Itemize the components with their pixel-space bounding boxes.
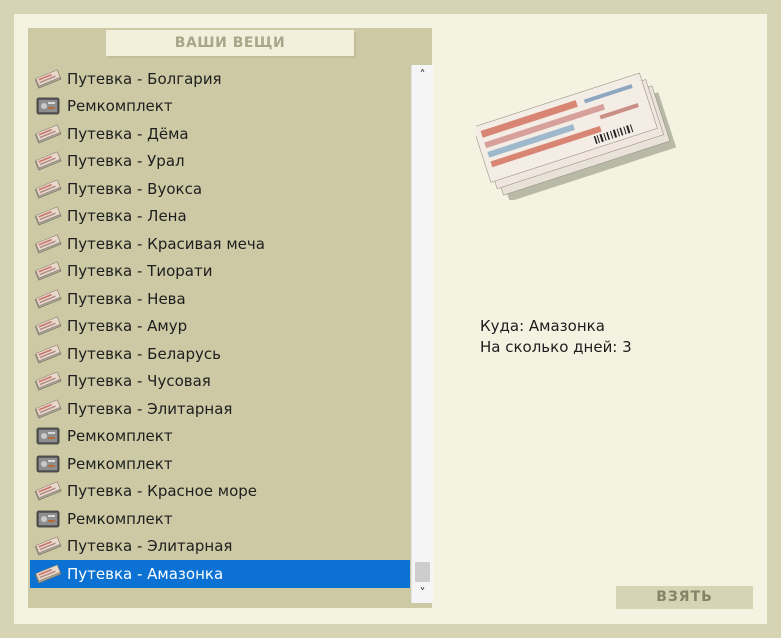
list-item-label: Ремкомплект xyxy=(67,97,173,116)
list-item-label: Путевка - Нева xyxy=(67,289,186,308)
ticket-icon xyxy=(34,233,62,255)
list-item[interactable]: Путевка - Беларусь xyxy=(30,340,410,368)
toolkit-icon xyxy=(34,425,62,447)
list-item[interactable]: Путевка - Вуокса xyxy=(30,175,410,203)
days-line: На сколько дней: 3 xyxy=(480,338,632,356)
ticket-icon xyxy=(34,288,62,310)
list-item[interactable]: Путевка - Амазонка xyxy=(30,560,410,588)
ticket-icon xyxy=(34,150,62,172)
destination-line: Куда: Амазонка xyxy=(480,317,605,335)
list-item[interactable]: Путевка - Болгария xyxy=(30,65,410,93)
list-item-label: Ремкомплект xyxy=(67,454,173,473)
list-item[interactable]: Путевка - Амур xyxy=(30,313,410,341)
scrollbar-thumb[interactable] xyxy=(415,562,430,582)
list-item[interactable]: Путевка - Урал xyxy=(30,148,410,176)
list-item-label: Путевка - Чусовая xyxy=(67,372,211,391)
list-item-label: Путевка - Болгария xyxy=(67,69,222,88)
inventory-list: Путевка - Болгария Ремкомплект Путевка - Д… xyxy=(30,65,410,605)
list-item[interactable]: Ремкомплект xyxy=(30,423,410,451)
list-item[interactable]: Ремкомплект xyxy=(30,93,410,121)
ticket-icon xyxy=(34,260,62,282)
list-item[interactable]: Путевка - Элитарная xyxy=(30,395,410,423)
take-button[interactable]: ВЗЯТЬ xyxy=(616,586,753,609)
list-item[interactable]: Путевка - Лена xyxy=(30,203,410,231)
list-item-label: Путевка - Элитарная xyxy=(67,399,233,418)
list-item-label: Путевка - Тиорати xyxy=(67,262,213,281)
ticket-icon xyxy=(34,370,62,392)
ticket-icon xyxy=(34,343,62,365)
list-scrollbar[interactable]: ˄ ˅ xyxy=(411,65,433,603)
scroll-up-arrow-icon[interactable]: ˄ xyxy=(412,65,433,85)
list-item-label: Путевка - Амазонка xyxy=(67,564,224,583)
toolkit-icon xyxy=(34,95,62,117)
ticket-icon xyxy=(34,398,62,420)
list-item[interactable]: Путевка - Дёма xyxy=(30,120,410,148)
ticket-icon xyxy=(34,205,62,227)
ticket-icon xyxy=(34,68,62,90)
list-item-label: Путевка - Урал xyxy=(67,152,185,171)
list-item[interactable]: Путевка - Тиорати xyxy=(30,258,410,286)
list-item-label: Путевка - Вуокса xyxy=(67,179,203,198)
list-item[interactable]: Путевка - Красивая меча xyxy=(30,230,410,258)
list-item-label: Ремкомплект xyxy=(67,509,173,528)
toolkit-icon xyxy=(34,508,62,530)
list-item[interactable]: Ремкомплект xyxy=(30,450,410,478)
list-item-label: Путевка - Красивая меча xyxy=(67,234,265,253)
ticket-icon xyxy=(34,535,62,557)
ticket-stack-image xyxy=(476,72,677,200)
list-item-label: Путевка - Беларусь xyxy=(67,344,221,363)
ticket-icon xyxy=(34,315,62,337)
ticket-icon xyxy=(34,480,62,502)
toolkit-icon xyxy=(34,453,62,475)
ticket-icon xyxy=(34,178,62,200)
item-details: Куда: Амазонка На сколько дней: 3 xyxy=(480,316,632,358)
inventory-panel-title: ВАШИ ВЕЩИ xyxy=(106,30,354,56)
list-item-label: Путевка - Элитарная xyxy=(67,537,233,556)
list-item-label: Путевка - Амур xyxy=(67,317,188,336)
list-item-label: Ремкомплект xyxy=(67,427,173,446)
ticket-icon xyxy=(34,563,62,585)
scroll-down-arrow-icon[interactable]: ˅ xyxy=(412,583,433,603)
ticket-icon xyxy=(34,123,62,145)
list-item[interactable]: Путевка - Элитарная xyxy=(30,533,410,561)
list-item-label: Путевка - Лена xyxy=(67,207,187,226)
list-item[interactable]: Путевка - Красное море xyxy=(30,478,410,506)
list-item-label: Путевка - Красное море xyxy=(67,482,257,501)
list-item[interactable]: Путевка - Чусовая xyxy=(30,368,410,396)
list-item[interactable]: Путевка - Нева xyxy=(30,285,410,313)
list-item[interactable]: Ремкомплект xyxy=(30,505,410,533)
list-item-label: Путевка - Дёма xyxy=(67,124,189,143)
